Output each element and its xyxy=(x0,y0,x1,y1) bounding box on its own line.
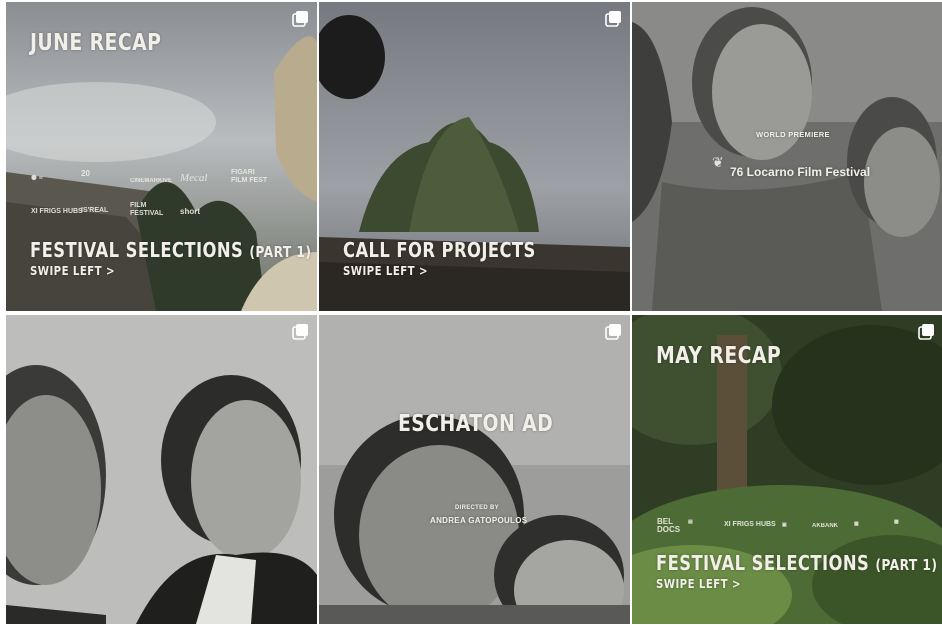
swipe-hint: SWIPE LEFT > xyxy=(343,264,428,278)
multiple-images-icon xyxy=(292,11,308,27)
festival-logo: XI FRIGS HUBS xyxy=(724,521,776,528)
post-caption: CALL FOR PROJECTS xyxy=(343,238,536,262)
post-tile-may-recap[interactable]: MAY RECAP BEL DOCS ▤ XI FRIGS HUBS ▣ AKB… xyxy=(632,315,942,624)
multiple-images-icon xyxy=(605,324,621,340)
festival-logo: ▩ xyxy=(894,519,899,525)
festival-logo: ▦ xyxy=(854,521,859,527)
festival-logo: CINEMARKIVE xyxy=(130,178,173,184)
premiere-label: WORLD PREMIERE xyxy=(756,130,830,139)
festival-logo: FIGARI FILM FEST xyxy=(231,169,268,184)
post-tile-call-for-projects[interactable]: CALL FOR PROJECTS SWIPE LEFT > xyxy=(319,2,630,311)
multiple-images-icon xyxy=(605,11,621,27)
festival-logo: ▣ xyxy=(782,522,787,528)
post-title: ESCHATON AD xyxy=(398,411,554,437)
festival-logo: short xyxy=(180,207,200,216)
post-title: MAY RECAP xyxy=(656,343,782,369)
post-photo xyxy=(319,315,630,624)
festival-logo: Mecal xyxy=(180,172,208,184)
post-tile-two-men[interactable] xyxy=(6,315,317,624)
caption-main: FESTIVAL SELECTIONS xyxy=(656,551,870,575)
credit-label: DIRECTED BY xyxy=(455,505,499,511)
festival-logo: FILM FESTIVAL xyxy=(130,202,164,217)
multiple-images-icon xyxy=(918,324,934,340)
festival-logo: IS'REAL xyxy=(81,207,109,214)
festival-logo: AKBANK xyxy=(812,523,838,529)
post-tile-eschaton-ad[interactable]: ESCHATON AD DIRECTED BY ANDREA GATOPOULO… xyxy=(319,315,630,624)
credit-name: ANDREA GATOPOULOS xyxy=(430,516,528,525)
caption-paren: (PART 1) xyxy=(875,556,938,574)
festival-name: 76 Locarno Film Festival xyxy=(730,165,871,179)
swipe-hint: SWIPE LEFT > xyxy=(656,577,741,591)
post-tile-world-premiere[interactable]: WORLD PREMIERE ❦ 76 Locarno Film Festiva… xyxy=(632,2,942,311)
festival-logo: ✺ ≡ xyxy=(31,175,43,182)
swipe-hint: SWIPE LEFT > xyxy=(30,264,115,278)
post-tile-june-recap[interactable]: JUNE RECAP ✺ ≡ 20 CINEMARKIVE Mecal FIGA… xyxy=(6,2,317,311)
post-title: JUNE RECAP xyxy=(30,30,162,56)
festival-logo: 20 xyxy=(81,169,90,178)
post-caption: FESTIVAL SELECTIONS (PART 1) xyxy=(656,551,937,575)
multiple-images-icon xyxy=(292,324,308,340)
festival-logo: ▤ xyxy=(688,519,693,525)
post-photo xyxy=(632,2,942,311)
caption-main: FESTIVAL SELECTIONS xyxy=(30,238,244,262)
post-grid: JUNE RECAP ✺ ≡ 20 CINEMARKIVE Mecal FIGA… xyxy=(6,2,942,624)
caption-paren: (PART 1) xyxy=(249,243,312,261)
post-caption: FESTIVAL SELECTIONS (PART 1) xyxy=(30,238,311,262)
leopard-icon: ❦ xyxy=(712,156,724,171)
festival-logo: XI FRIGS HUBS xyxy=(31,208,83,215)
post-photo xyxy=(6,315,317,624)
festival-logo: BEL DOCS xyxy=(657,517,681,534)
